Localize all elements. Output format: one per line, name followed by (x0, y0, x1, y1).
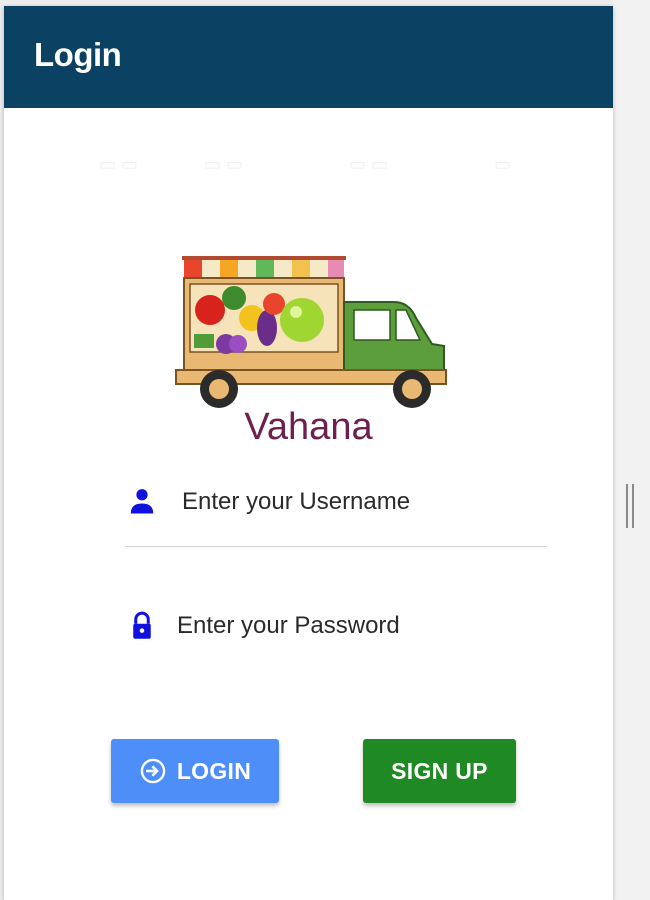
login-button[interactable]: LOGIN (111, 739, 279, 803)
scrollbar-handle[interactable] (626, 484, 634, 528)
page-title: Login (34, 36, 122, 73)
signup-button[interactable]: SIGN UP (363, 739, 516, 803)
app-header: Login (4, 6, 613, 108)
food-truck-logo (175, 256, 447, 408)
login-screen: Login ▭ ▭ ▭ ▭ ▭ ▭ ▭ Vahana Enter your Us… (4, 6, 613, 900)
lock-icon (133, 611, 151, 639)
watermark-mark: ▭ (494, 154, 512, 174)
password-field (125, 604, 547, 654)
awning-stripes (182, 256, 346, 278)
login-icon (140, 758, 166, 784)
login-button-label: LOGIN (176, 757, 252, 784)
username-input[interactable] (182, 482, 532, 522)
watermark-mark: ▭ ▭ (349, 154, 389, 174)
password-input[interactable] (177, 606, 527, 646)
watermark-mark: ▭ ▭ (99, 154, 139, 174)
brand-name: Vahana (244, 406, 373, 448)
username-field (125, 480, 547, 547)
signup-button-label: SIGN UP (391, 757, 488, 784)
watermark-mark: ▭ ▭ (204, 154, 244, 174)
page-scrollbar-track[interactable] (613, 0, 650, 900)
person-icon (130, 489, 154, 514)
